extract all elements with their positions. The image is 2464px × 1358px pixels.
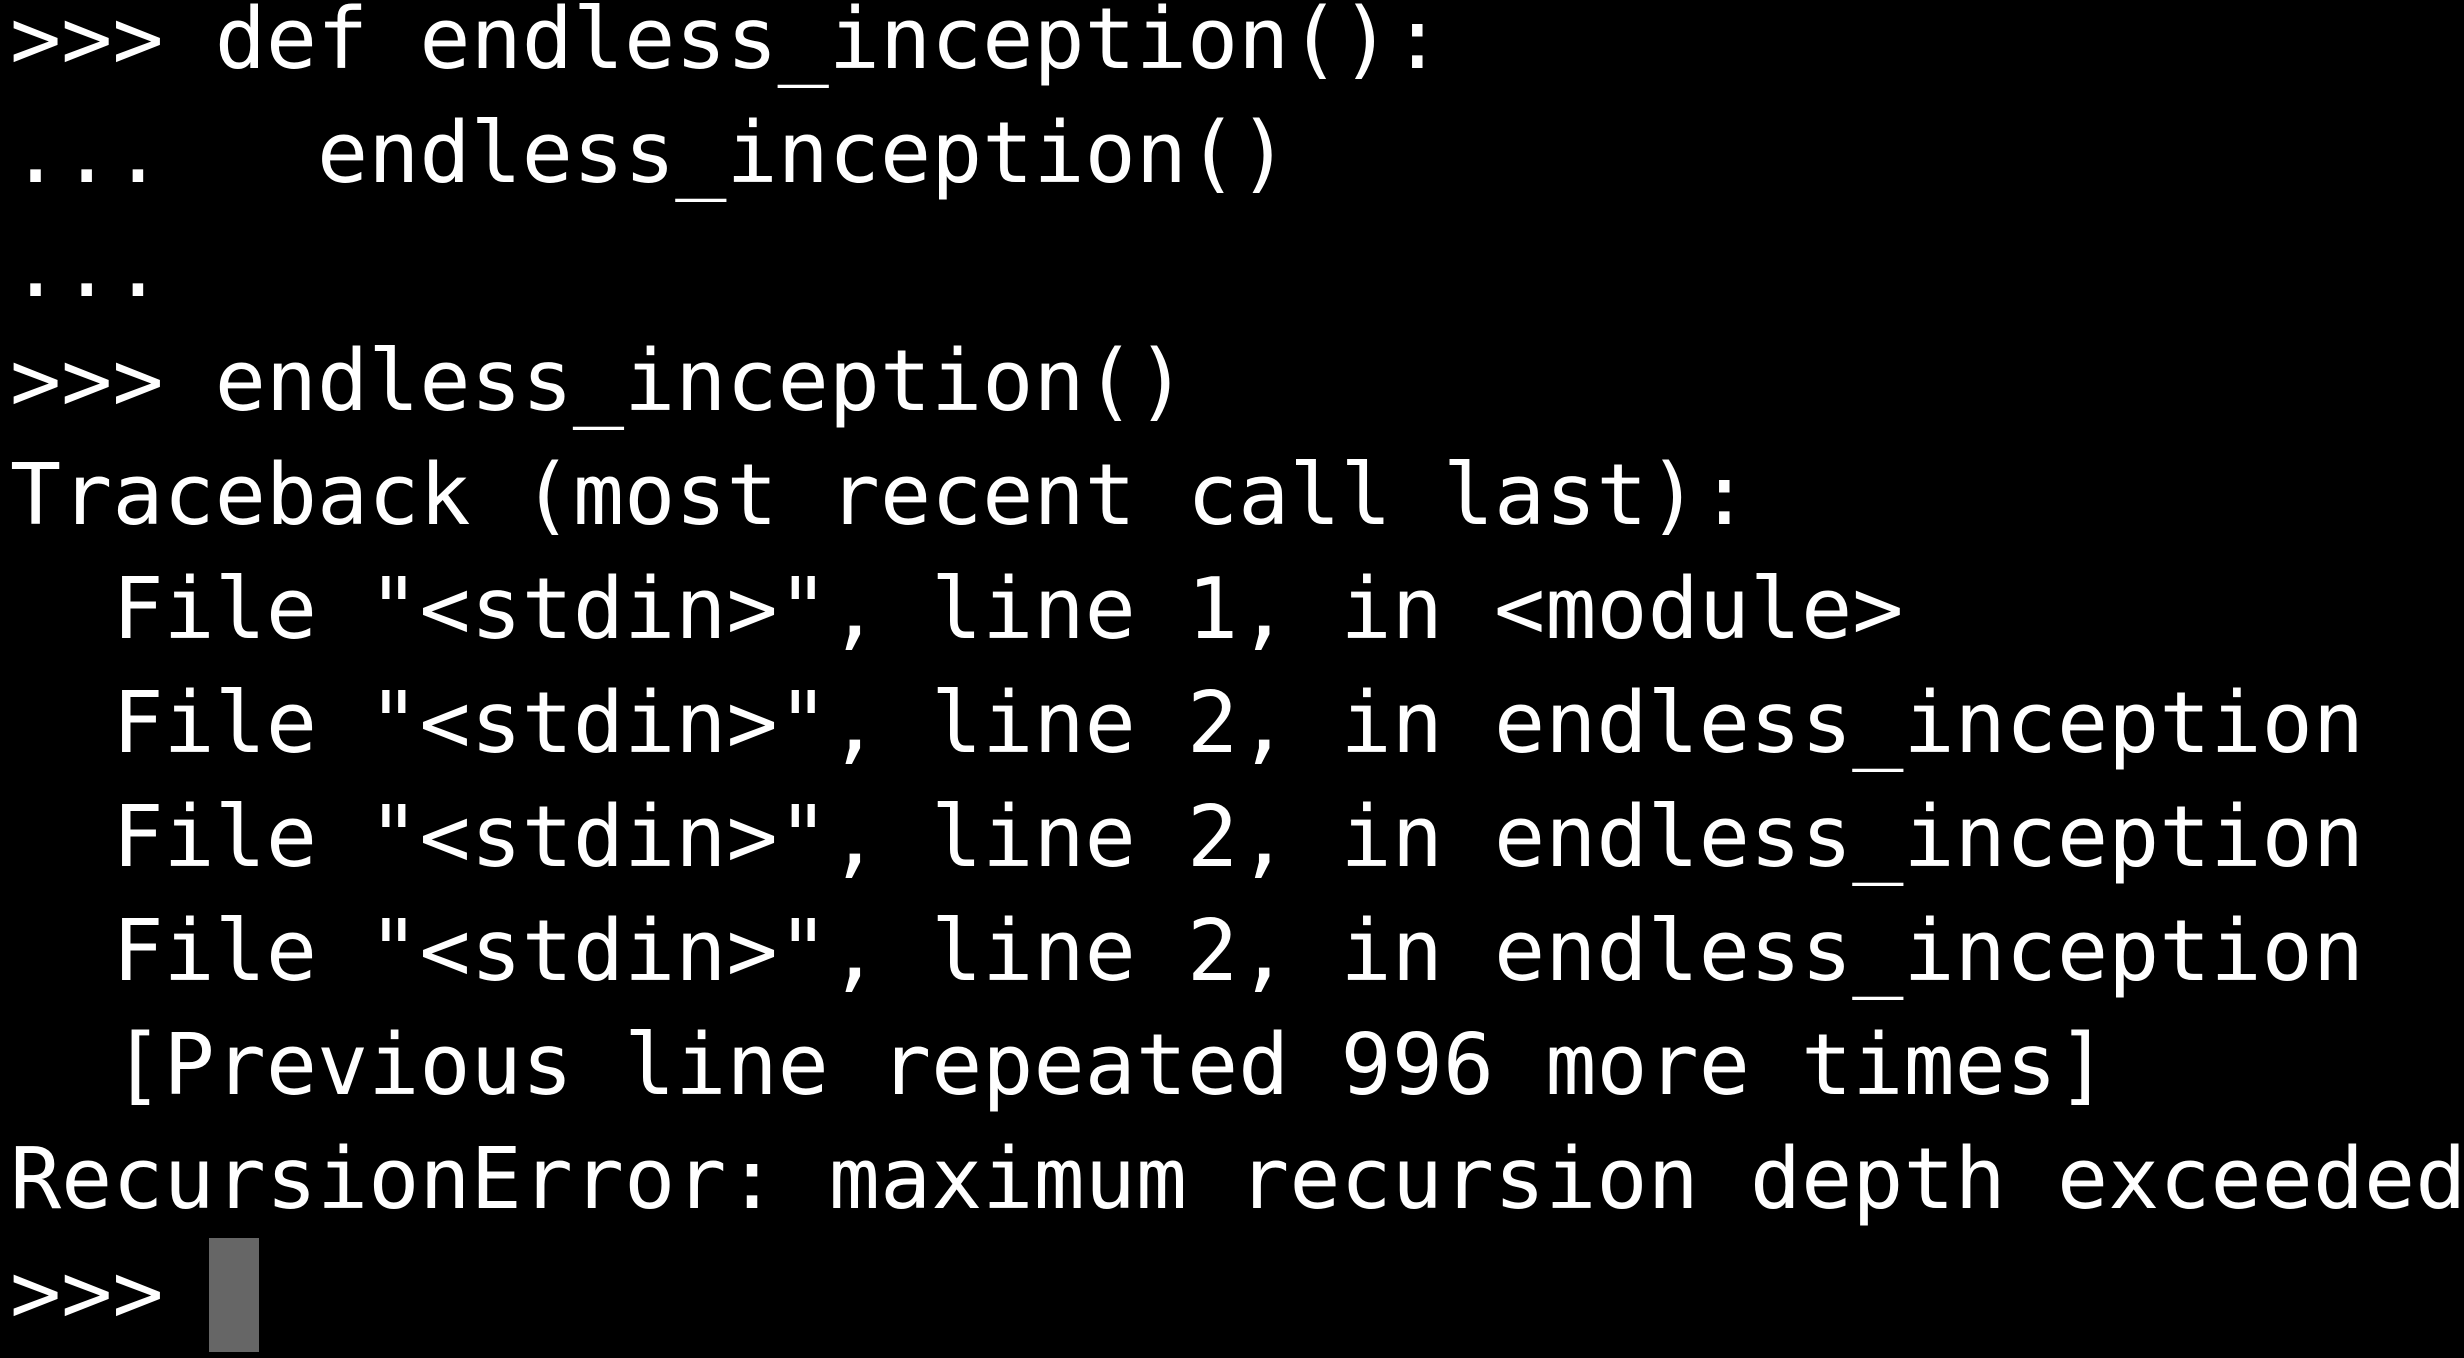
terminal-cursor [209, 1238, 259, 1352]
traceback-repeat-note: [Previous line repeated 996 more times] [10, 1016, 2109, 1115]
error-message: RecursionError: maximum recursion depth … [10, 1130, 2464, 1229]
traceback-frame: File "<stdin>", line 2, in endless_incep… [10, 902, 2365, 1001]
terminal-line-call: >>> endless_inception() [10, 332, 1188, 431]
terminal-line-body: ... endless_inception() [10, 104, 1290, 203]
terminal-line-continuation: ... [10, 218, 164, 317]
terminal-window[interactable]: >>> def endless_inception(): ... endless… [0, 0, 2464, 1358]
traceback-frame: File "<stdin>", line 2, in endless_incep… [10, 674, 2365, 773]
traceback-header: Traceback (most recent call last): [10, 446, 1750, 545]
terminal-prompt[interactable]: >>> [10, 1237, 215, 1351]
traceback-frame-module: File "<stdin>", line 1, in <module> [10, 560, 1904, 659]
traceback-frame: File "<stdin>", line 2, in endless_incep… [10, 788, 2365, 887]
terminal-line-def: >>> def endless_inception(): [10, 0, 1443, 89]
